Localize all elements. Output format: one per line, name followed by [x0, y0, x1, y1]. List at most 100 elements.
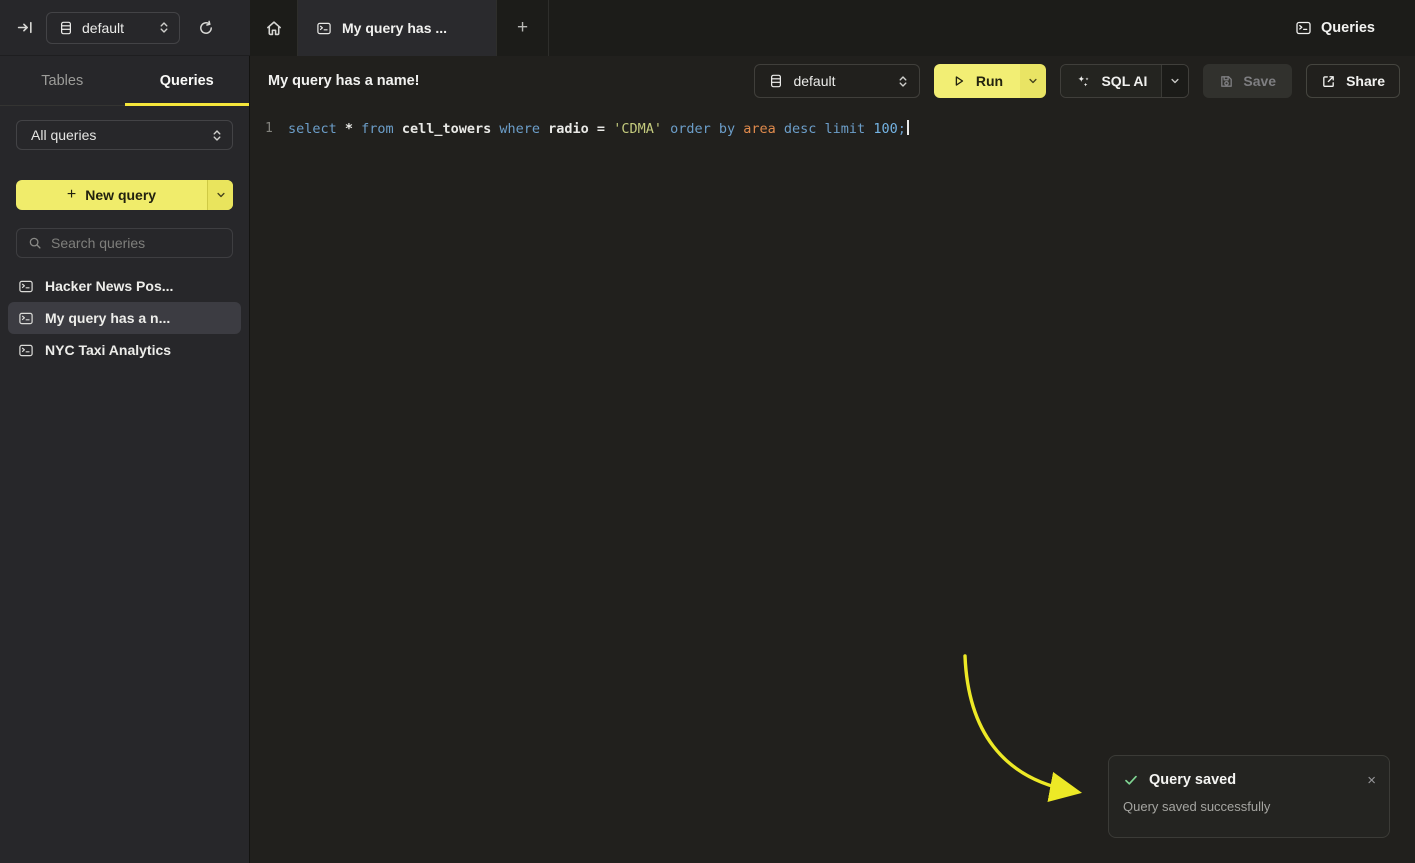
queries-indicator-label: Queries [1321, 20, 1375, 36]
home-button[interactable] [250, 0, 298, 56]
plus-icon: + [67, 186, 76, 204]
query-item-label: NYC Taxi Analytics [45, 342, 171, 358]
sql-ai-label: SQL AI [1101, 73, 1147, 89]
query-list-item[interactable]: NYC Taxi Analytics [8, 334, 241, 366]
queries-indicator: Queries [1295, 0, 1415, 56]
collapse-sidebar-icon [17, 19, 34, 36]
plus-icon: + [517, 17, 528, 39]
sql-ai-dropdown[interactable] [1161, 65, 1188, 97]
toast-query-saved: Query saved × Query saved successfully [1108, 755, 1390, 838]
share-label: Share [1346, 73, 1385, 89]
sidebar-tabs: Tables Queries [0, 56, 249, 106]
sql-token-keyword: select [288, 121, 345, 137]
query-tab-icon [316, 21, 332, 36]
query-icon [18, 343, 34, 358]
sql-token-keyword: from [361, 121, 402, 137]
chevron-down-icon [216, 190, 226, 200]
toast-message: Query saved successfully [1109, 788, 1389, 814]
search-queries-box [16, 228, 233, 258]
chevron-down-icon [1028, 76, 1038, 86]
sql-token-number: 100 [873, 121, 897, 137]
toolbar: default Run [754, 64, 1400, 98]
sql-token-operator: * [345, 121, 361, 137]
updown-chevron-icon [898, 75, 908, 88]
home-icon [265, 19, 283, 37]
queries-icon [1295, 20, 1312, 36]
sql-token-function: area [743, 121, 784, 137]
query-item-label: Hacker News Pos... [45, 278, 173, 294]
tab-my-query[interactable]: My query has ... [298, 0, 497, 56]
sparkles-icon [1075, 73, 1091, 89]
query-icon [18, 311, 34, 326]
line-number: 1 [250, 118, 288, 140]
refresh-button[interactable] [189, 12, 223, 44]
close-icon[interactable]: × [1367, 773, 1376, 788]
sidebar-tab-queries[interactable]: Queries [125, 56, 250, 105]
sql-editor[interactable]: 1 select * from cell_towers where radio … [250, 106, 1415, 140]
sql-token-keyword: limit [825, 121, 874, 137]
main-panel: My query has a name! default [250, 56, 1415, 863]
save-label: Save [1243, 73, 1276, 89]
sql-token-keyword: desc [784, 121, 825, 137]
sidebar-tab-tables[interactable]: Tables [0, 56, 125, 105]
sql-token-punctuation: ; [898, 121, 906, 137]
database-icon [769, 74, 783, 88]
sql-token-keyword: order by [670, 121, 743, 137]
run-label: Run [976, 73, 1003, 89]
updown-chevron-icon [212, 129, 222, 142]
query-filter-value: All queries [31, 127, 96, 143]
share-icon [1321, 74, 1336, 89]
search-queries-input[interactable] [51, 235, 221, 251]
sidebar-body: All queries + New query [0, 106, 249, 366]
query-item-label: My query has a n... [45, 310, 170, 326]
query-icon [18, 279, 34, 294]
toast-header: Query saved × [1109, 756, 1389, 788]
updown-chevron-icon [159, 21, 169, 34]
sidebar-tab-tables-label: Tables [41, 73, 83, 89]
database-selector[interactable]: default [46, 12, 180, 44]
new-query-main[interactable]: + New query [16, 180, 207, 210]
share-button[interactable]: Share [1306, 64, 1400, 98]
sql-token-identifier: cell_towers [402, 121, 500, 137]
sql-token-operator: = [597, 121, 613, 137]
collapse-sidebar-button[interactable] [8, 12, 42, 44]
sql-token-string: 'CDMA' [613, 121, 670, 137]
run-button[interactable]: Run [934, 64, 1020, 98]
database-icon [59, 21, 73, 35]
save-icon [1219, 74, 1234, 89]
annotation-arrow [940, 636, 1110, 816]
sql-ai-button[interactable]: SQL AI [1061, 65, 1161, 97]
tab-label: My query has ... [342, 20, 447, 36]
query-filter-select[interactable]: All queries [16, 120, 233, 150]
query-list-item[interactable]: Hacker News Pos... [8, 270, 241, 302]
save-button[interactable]: Save [1203, 64, 1292, 98]
toolbar-database-selector[interactable]: default [754, 64, 920, 98]
new-tab-button[interactable]: + [497, 0, 549, 56]
new-query-dropdown[interactable] [207, 180, 233, 210]
toast-title: Query saved [1149, 772, 1236, 788]
page-title: My query has a name! [268, 73, 420, 89]
sidebar-tab-queries-label: Queries [160, 73, 214, 89]
run-button-group: Run [934, 64, 1046, 98]
database-selector-value: default [82, 20, 124, 36]
toolbar-database-value: default [793, 73, 835, 89]
tab-strip: My query has ... + Queries [250, 0, 1415, 56]
check-icon [1123, 772, 1139, 788]
text-cursor [907, 120, 909, 135]
new-query-button[interactable]: + New query [16, 180, 233, 210]
new-query-label: New query [85, 187, 156, 203]
play-icon [952, 74, 966, 88]
sql-ai-button-group: SQL AI [1060, 64, 1189, 98]
active-tab-underline [125, 103, 250, 106]
query-list: Hacker News Pos... My query has a n... N… [8, 270, 241, 366]
sql-token-identifier: radio [548, 121, 597, 137]
sidebar: Tables Queries All queries + New query [0, 56, 250, 863]
search-icon [28, 236, 42, 250]
topbar-spacer [549, 0, 1295, 56]
topbar-left: default [0, 0, 250, 56]
run-dropdown[interactable] [1020, 64, 1046, 98]
code-line[interactable]: select * from cell_towers where radio = … [288, 118, 909, 140]
sql-token-keyword: where [499, 121, 548, 137]
query-list-item-selected[interactable]: My query has a n... [8, 302, 241, 334]
refresh-icon [198, 20, 214, 36]
